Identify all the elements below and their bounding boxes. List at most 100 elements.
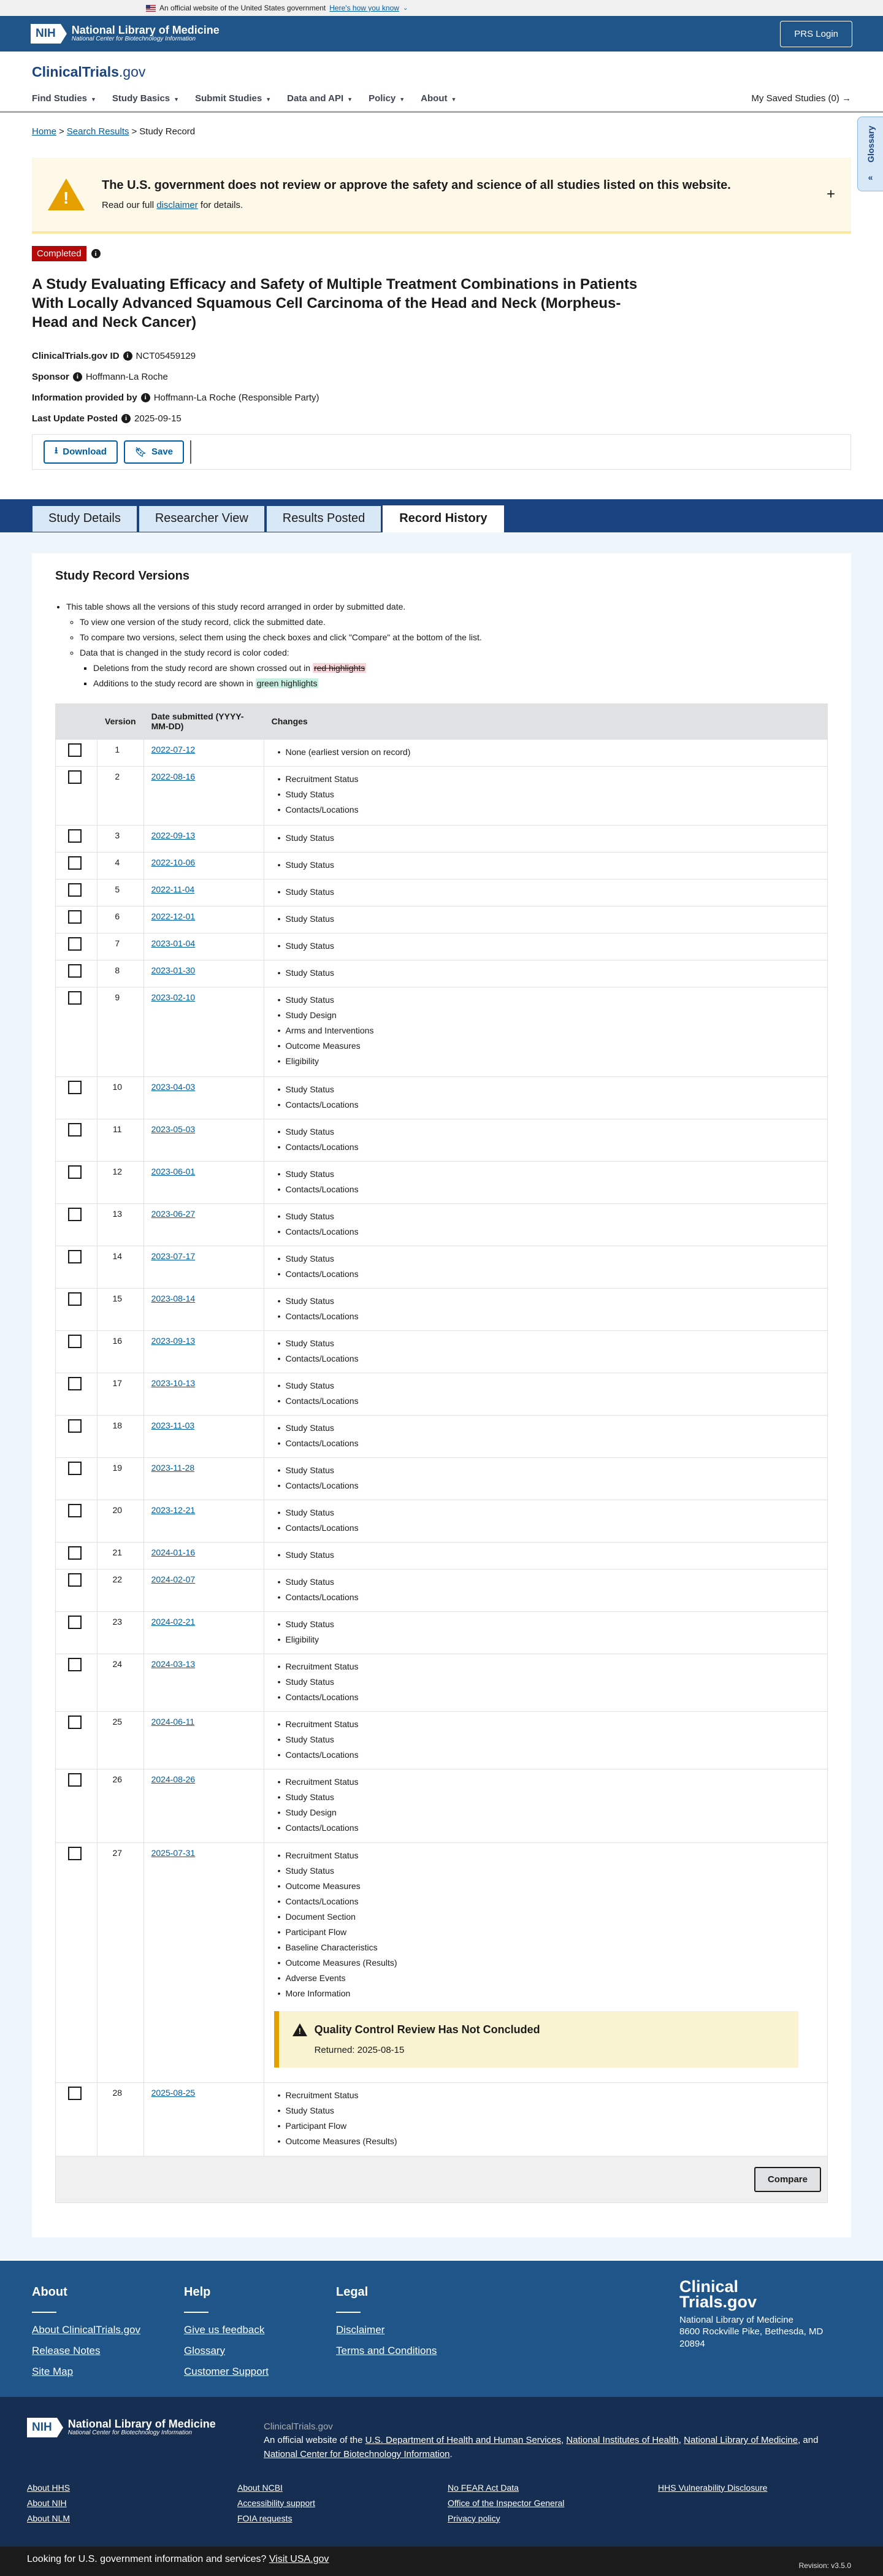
version-checkbox[interactable]: [68, 1207, 82, 1221]
nav-find-studies[interactable]: Find Studies ▼: [32, 93, 96, 104]
footer-link[interactable]: Give us feedback: [184, 2324, 269, 2336]
version-date-link[interactable]: 2022-11-04: [151, 884, 195, 894]
version-date-link[interactable]: 2023-11-28: [151, 1463, 195, 1473]
usa-gov-link[interactable]: Visit USA.gov: [269, 2554, 329, 2564]
version-checkbox[interactable]: [68, 1503, 82, 1517]
version-date-link[interactable]: 2022-08-16: [151, 772, 196, 781]
nav-data-api[interactable]: Data and API ▼: [287, 93, 353, 104]
version-date-link[interactable]: 2024-01-16: [151, 1547, 196, 1557]
version-date-link[interactable]: 2022-07-12: [151, 745, 196, 754]
nav-about[interactable]: About ▼: [421, 93, 456, 104]
version-date-link[interactable]: 2025-07-31: [151, 1848, 196, 1858]
footer-link[interactable]: HHS Vulnerability Disclosure: [658, 2483, 868, 2493]
footer-link[interactable]: About NCBI: [237, 2483, 448, 2493]
expand-plus-icon[interactable]: +: [827, 186, 835, 203]
save-button[interactable]: 🔖︎ Save: [123, 440, 185, 464]
compare-button[interactable]: Compare: [754, 2166, 821, 2192]
version-checkbox[interactable]: [68, 2086, 82, 2100]
version-date-link[interactable]: 2024-06-11: [151, 1717, 195, 1727]
version-date-link[interactable]: 2024-02-07: [151, 1574, 196, 1584]
footer-link[interactable]: Privacy policy: [448, 2513, 658, 2523]
version-checkbox[interactable]: [68, 1249, 82, 1263]
version-checkbox[interactable]: [68, 856, 82, 870]
footer-link[interactable]: About NLM: [27, 2513, 237, 2523]
prs-login-button[interactable]: PRS Login: [780, 20, 852, 47]
version-checkbox[interactable]: [68, 991, 82, 1005]
clinicaltrials-logo[interactable]: ClinicalTrials.gov: [32, 64, 145, 80]
footer-link[interactable]: Accessibility support: [237, 2498, 448, 2508]
version-date-link[interactable]: 2023-06-01: [151, 1167, 196, 1176]
footer-link[interactable]: FOIA requests: [237, 2513, 448, 2523]
version-checkbox[interactable]: [68, 1615, 82, 1629]
nav-policy[interactable]: Policy ▼: [369, 93, 405, 104]
footer-link[interactable]: About NIH: [27, 2498, 237, 2508]
footer-link[interactable]: Customer Support: [184, 2366, 269, 2378]
nlm-logo[interactable]: NIH National Library of Medicine Nationa…: [31, 24, 220, 44]
nlm-link[interactable]: National Library of Medicine: [684, 2435, 798, 2445]
breadcrumb-home[interactable]: Home: [32, 126, 56, 137]
download-button[interactable]: ⭳ Download: [44, 440, 118, 464]
version-checkbox[interactable]: [68, 1376, 82, 1390]
footer-link[interactable]: Release Notes: [32, 2345, 140, 2357]
hhs-link[interactable]: U.S. Department of Health and Human Serv…: [365, 2435, 561, 2445]
version-checkbox[interactable]: [68, 770, 82, 784]
info-icon[interactable]: i: [121, 413, 131, 423]
heres-how-link[interactable]: Here's how you know: [329, 4, 399, 12]
version-checkbox[interactable]: [68, 829, 82, 843]
version-checkbox[interactable]: [68, 910, 82, 924]
footer-link[interactable]: About ClinicalTrials.gov: [32, 2324, 140, 2336]
ncbi-link[interactable]: National Center for Biotechnology Inform…: [264, 2449, 450, 2459]
version-checkbox[interactable]: [68, 1773, 82, 1787]
footer-ct-logo[interactable]: Clinical Trials.gov: [679, 2278, 823, 2310]
version-checkbox[interactable]: [68, 1165, 82, 1179]
glossary-tab[interactable]: Glossary «: [857, 117, 883, 191]
version-checkbox[interactable]: [68, 1546, 82, 1560]
version-date-link[interactable]: 2023-01-04: [151, 938, 196, 948]
version-date-link[interactable]: 2024-02-21: [151, 1617, 196, 1627]
tab-researcher-view[interactable]: Researcher View: [138, 505, 265, 532]
nav-submit-studies[interactable]: Submit Studies ▼: [195, 93, 271, 104]
footer-link[interactable]: No FEAR Act Data: [448, 2483, 658, 2493]
info-icon[interactable]: i: [72, 372, 82, 381]
version-date-link[interactable]: 2024-03-13: [151, 1659, 196, 1669]
version-checkbox[interactable]: [68, 1292, 82, 1306]
version-date-link[interactable]: 2023-02-10: [151, 992, 196, 1002]
footer-link[interactable]: Glossary: [184, 2345, 269, 2357]
info-icon[interactable]: i: [123, 351, 132, 361]
version-date-link[interactable]: 2023-12-21: [151, 1505, 196, 1515]
version-checkbox[interactable]: [68, 1122, 82, 1137]
footer-link[interactable]: About HHS: [27, 2483, 237, 2493]
footer-link[interactable]: Office of the Inspector General: [448, 2498, 658, 2508]
nav-study-basics[interactable]: Study Basics ▼: [112, 93, 179, 104]
tab-study-details[interactable]: Study Details: [32, 505, 137, 532]
version-date-link[interactable]: 2023-07-17: [151, 1251, 196, 1261]
version-date-link[interactable]: 2023-09-13: [151, 1336, 196, 1346]
version-checkbox[interactable]: [68, 743, 82, 757]
footer-link[interactable]: Site Map: [32, 2366, 140, 2378]
footer-nlm-logo[interactable]: NIH National Library of Medicine Nationa…: [27, 2417, 216, 2437]
breadcrumb-search-results[interactable]: Search Results: [67, 126, 129, 137]
tab-record-history[interactable]: Record History: [383, 505, 504, 532]
version-checkbox[interactable]: [68, 1334, 82, 1348]
version-checkbox[interactable]: [68, 937, 82, 951]
version-date-link[interactable]: 2025-08-25: [151, 2088, 196, 2098]
version-checkbox[interactable]: [68, 964, 82, 978]
my-saved-studies-link[interactable]: My Saved Studies (0) →: [751, 93, 851, 104]
version-checkbox[interactable]: [68, 1715, 82, 1729]
version-checkbox[interactable]: [68, 1419, 82, 1433]
nih-link[interactable]: National Institutes of Health: [566, 2435, 678, 2445]
version-date-link[interactable]: 2023-01-30: [151, 965, 196, 975]
version-checkbox[interactable]: [68, 1461, 82, 1475]
version-date-link[interactable]: 2023-08-14: [151, 1294, 196, 1303]
version-date-link[interactable]: 2023-10-13: [151, 1378, 196, 1388]
version-checkbox[interactable]: [68, 883, 82, 897]
footer-link[interactable]: Terms and Conditions: [336, 2345, 437, 2357]
version-date-link[interactable]: 2023-06-27: [151, 1209, 196, 1219]
info-icon[interactable]: i: [140, 393, 150, 402]
version-date-link[interactable]: 2023-04-03: [151, 1082, 196, 1092]
version-date-link[interactable]: 2023-11-03: [151, 1420, 195, 1430]
version-date-link[interactable]: 2024-08-26: [151, 1774, 196, 1784]
footer-link[interactable]: Disclaimer: [336, 2324, 437, 2336]
tab-results-posted[interactable]: Results Posted: [266, 505, 382, 532]
version-date-link[interactable]: 2022-10-06: [151, 857, 196, 867]
